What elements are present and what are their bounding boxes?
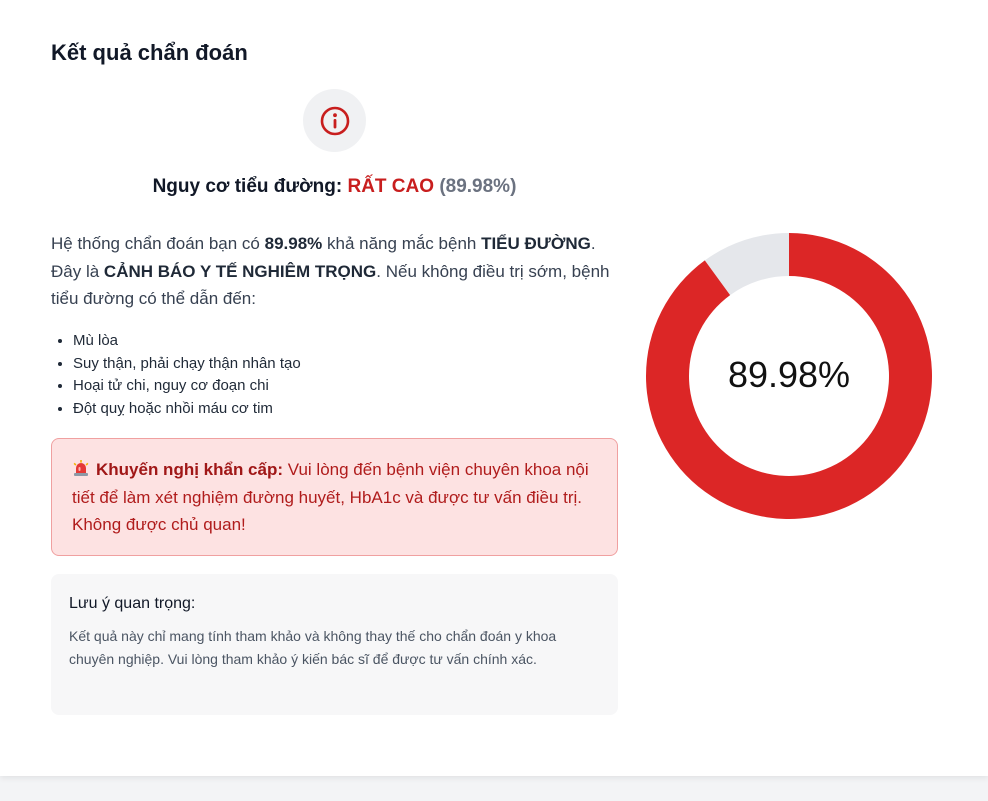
risk-level: RẤT CAO [347,176,435,197]
siren-icon [73,460,89,476]
desc-percent: 89.98% [264,234,323,253]
desc-warning: CẢNH BÁO Y TẾ NGHIÊM TRỌNG [103,261,377,281]
list-item: Mù lòa [73,330,633,353]
donut-center-label: 89.98% [728,354,850,395]
desc-text: khả năng mắc bệnh [322,234,482,253]
alert-title: Khuyến nghị khẩn cấp: [96,460,284,479]
urgent-alert: Khuyến nghị khẩn cấp: Vui lòng đến bệnh … [51,438,618,556]
risk-percent: (89.98%) [439,176,517,197]
page-title: Kết quả chẩn đoán [51,40,248,65]
info-icon-badge [303,89,366,152]
desc-text: Hệ thống chẩn đoán bạn có [51,234,265,253]
list-item: Suy thận, phải chạy thận nhân tạo [73,353,633,376]
diagnosis-description: Hệ thống chẩn đoán bạn có 89.98% khả năn… [51,230,611,313]
info-icon [320,106,349,135]
important-note: Lưu ý quan trọng: Kết quả này chỉ mang t… [51,574,618,715]
desc-disease: TIỂU ĐƯỜNG [481,234,591,253]
list-item: Đột quỵ hoặc nhồi máu cơ tim [73,398,633,421]
risk-label: Nguy cơ tiểu đường: [152,176,343,197]
list-item: Hoại tử chi, nguy cơ đoạn chi [73,375,633,398]
note-text: Kết quả này chỉ mang tính tham khảo và k… [69,628,557,667]
risk-summary: Nguy cơ tiểu đường: RẤT CAO (89.98%) [51,176,618,198]
complications-list: Mù lòa Suy thận, phải chạy thận nhân tạo… [51,330,633,420]
result-card: Kết quả chẩn đoán Nguy cơ tiểu đường: RẤ… [0,0,988,776]
note-title: Lưu ý quan trọng: [69,595,196,612]
risk-donut-chart: 89.98% [646,233,932,519]
